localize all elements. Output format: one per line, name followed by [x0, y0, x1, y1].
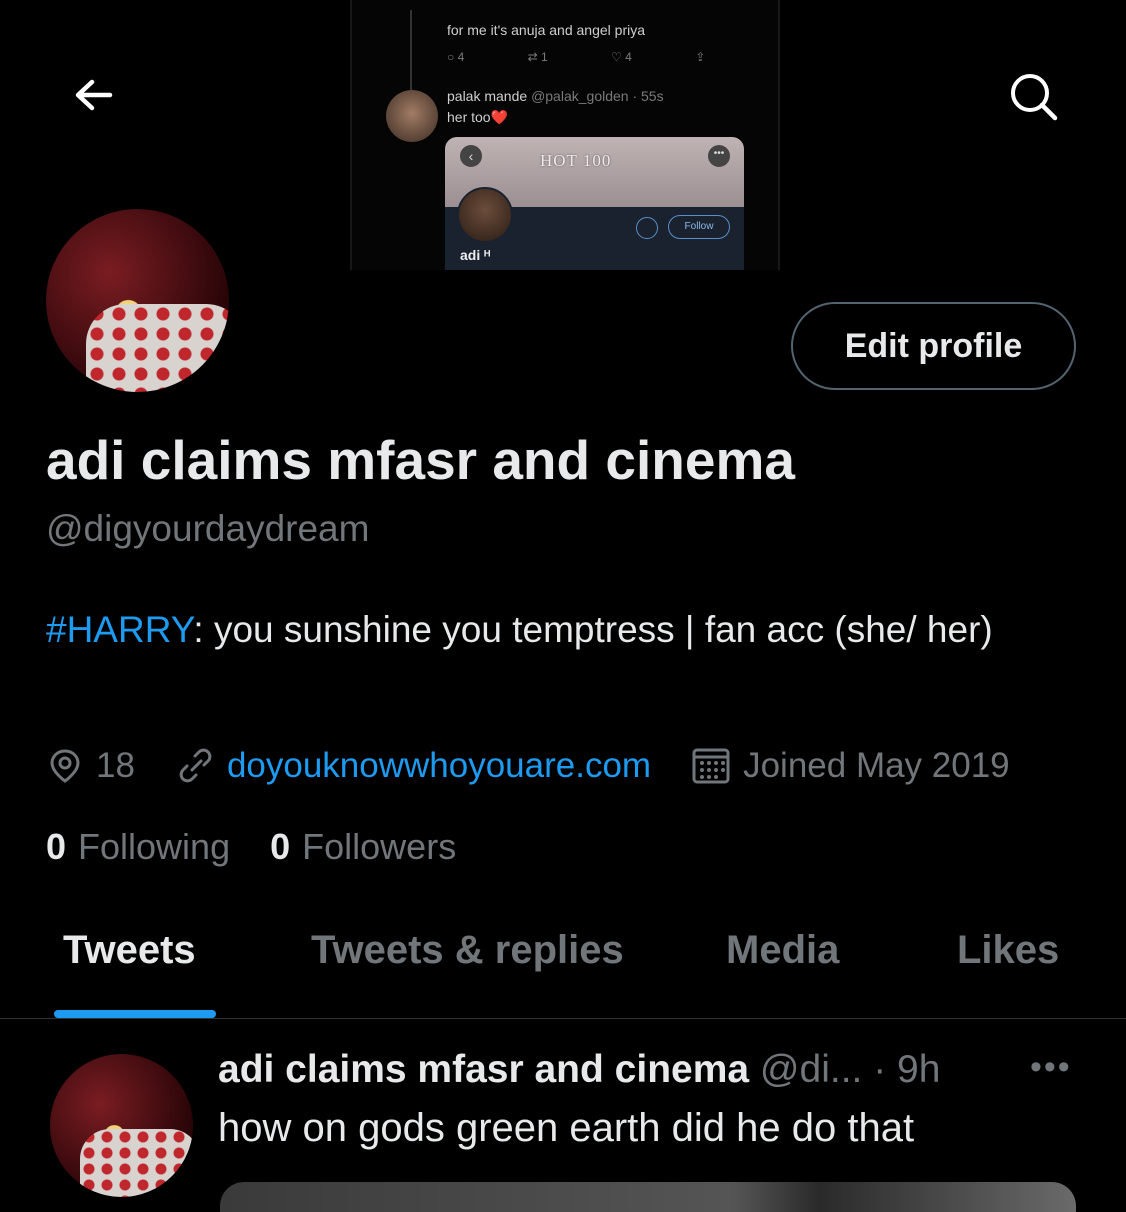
- profile-banner-image[interactable]: for me it's anuja and angel priya ○ 4 ⇄ …: [350, 0, 780, 270]
- bio-hashtag-link[interactable]: #HARRY: [46, 609, 193, 650]
- banner-rail-left: [350, 0, 352, 270]
- banner-retweet-count: 1: [541, 50, 548, 64]
- banner-reply2-header: palak mande @palak_golden · 55s: [447, 88, 664, 104]
- banner-card-more-icon: •••: [708, 145, 730, 167]
- search-icon: [1011, 74, 1058, 121]
- tab-likes[interactable]: Likes: [957, 928, 1059, 973]
- banner-like-icon: ♡: [611, 50, 622, 64]
- profile-meta-row: 18 doyouknowwhoyouare.com Joined May 201…: [46, 742, 1050, 790]
- banner-card-back-icon: ‹: [460, 145, 482, 167]
- arrow-left-icon: [75, 79, 113, 111]
- profile-avatar[interactable]: [46, 209, 229, 392]
- followers-link[interactable]: 0 Followers: [270, 826, 456, 867]
- tweet-more-button[interactable]: •••: [1030, 1048, 1072, 1087]
- banner-card-follow-button: Follow: [668, 215, 730, 239]
- calendar-icon: [692, 748, 730, 784]
- profile-handle: @digyourdaydream: [46, 508, 370, 549]
- joined-text: Joined May 2019: [743, 746, 1010, 785]
- location-text: 18: [96, 746, 135, 785]
- tweet-author-name[interactable]: adi claims mfasr and cinema: [218, 1048, 749, 1091]
- active-tab-indicator: [54, 1010, 216, 1018]
- tweet-media[interactable]: [220, 1182, 1076, 1212]
- tab-tweets[interactable]: Tweets: [63, 928, 196, 973]
- profile-display-name: adi claims mfasr and cinema: [46, 429, 795, 491]
- tab-tweets-and-replies[interactable]: Tweets & replies: [311, 928, 624, 973]
- profile-website[interactable]: doyouknowwhoyouare.com: [175, 746, 651, 786]
- banner-profile-card: ‹ HOT 100 ••• Follow adi ᴴ: [445, 137, 744, 270]
- banner-reply2-name: palak mande: [447, 88, 528, 104]
- banner-card-name: adi ᴴ: [460, 247, 491, 263]
- bio-text: : you sunshine you temptress | fan acc (…: [193, 609, 993, 650]
- edit-profile-button[interactable]: Edit profile: [791, 302, 1076, 390]
- banner-card-title: HOT 100: [540, 151, 612, 170]
- banner-rail-right: [778, 0, 780, 270]
- banner-reply-count: 4: [457, 50, 465, 64]
- link-icon: [179, 748, 212, 783]
- banner-retweet-icon: ⇄: [527, 50, 538, 64]
- tweet-avatar[interactable]: [50, 1054, 193, 1197]
- profile-location: 18: [46, 746, 135, 786]
- followers-label: Followers: [302, 826, 457, 867]
- profile-bio: #HARRY: you sunshine you temptress | fan…: [46, 602, 1086, 658]
- banner-card-mail-icon: [636, 217, 658, 239]
- followers-count: 0: [270, 826, 291, 867]
- tweet-header: adi claims mfasr and cinema @di... · 9h: [218, 1048, 940, 1092]
- profile-joined: Joined May 2019: [691, 746, 1010, 786]
- tabs-divider: [0, 1018, 1126, 1019]
- website-link[interactable]: doyouknowwhoyouare.com: [227, 746, 651, 786]
- banner-reply2-text: her too❤️: [447, 109, 509, 125]
- tweet-text: how on gods green earth did he do that: [218, 1106, 915, 1150]
- search-button[interactable]: [1005, 68, 1061, 124]
- tweet-handle-time: @di... · 9h: [759, 1048, 941, 1091]
- banner-card-avatar: [457, 187, 513, 243]
- tab-media[interactable]: Media: [726, 928, 839, 973]
- banner-reply-icon: ○: [447, 50, 455, 64]
- banner-reply-avatar: [386, 90, 438, 142]
- following-count: 0: [46, 826, 67, 867]
- follow-stats-row: 0 Following 0 Followers: [46, 826, 456, 868]
- following-label: Following: [78, 826, 231, 867]
- back-button[interactable]: [70, 70, 120, 120]
- location-pin-icon: [50, 749, 80, 783]
- banner-reply2-handle: @palak_golden · 55s: [531, 88, 664, 104]
- following-link[interactable]: 0 Following: [46, 826, 230, 867]
- banner-share-icon: ⇪: [695, 50, 706, 64]
- banner-reply-text: for me it's anuja and angel priya: [447, 22, 646, 38]
- banner-thread-line: [410, 10, 412, 90]
- banner-like-count: 4: [625, 50, 632, 64]
- banner-reply-stats: ○ 4 ⇄ 1 ♡ 4 ⇪: [447, 50, 705, 64]
